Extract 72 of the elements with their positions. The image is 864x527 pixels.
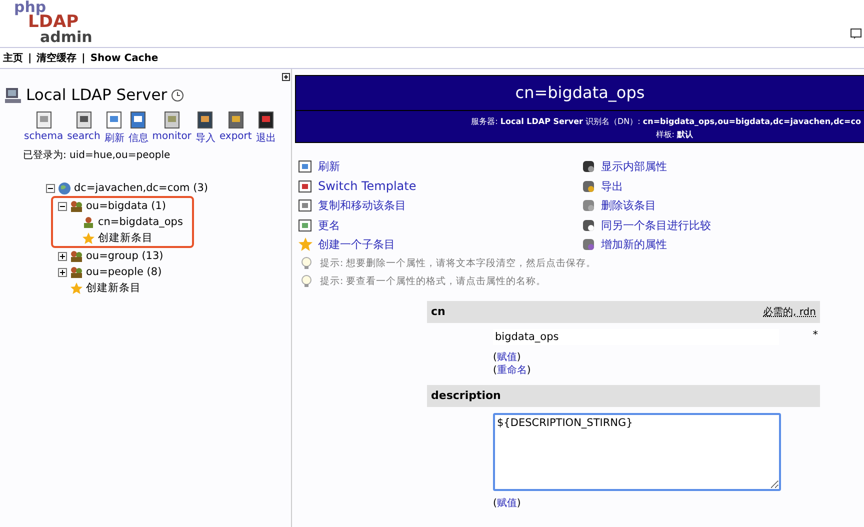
people-icon [70, 200, 83, 212]
action-link[interactable]: 删除该条目 [581, 196, 864, 216]
globe-icon [58, 182, 71, 194]
people-icon [70, 250, 83, 262]
logo-text: LDAP [28, 14, 79, 30]
value-textarea[interactable]: ${DESCRIPTION_STIRNG} [493, 412, 781, 490]
parenthesis-text: ( [493, 352, 497, 362]
help-icon[interactable] [850, 28, 862, 40]
expander-icon[interactable] [46, 184, 55, 192]
toolbar-link[interactable]: export [219, 110, 252, 145]
attribute-link[interactable]: 赋值 [496, 498, 517, 508]
toolbar-link[interactable]: 退出 [256, 110, 276, 145]
action-link[interactable]: Switch Template [298, 176, 581, 196]
tree-item[interactable]: ou=people (8) [86, 266, 162, 278]
action-link[interactable]: 刷新 [298, 157, 581, 176]
toolbar-link[interactable]: schema [24, 110, 64, 145]
star-icon [70, 282, 83, 294]
toolbar-link[interactable]: 刷新 [104, 110, 124, 145]
action-link[interactable]: 同另一个条目进行比较 [581, 216, 864, 235]
action-link[interactable]: 复制和移动该条目 [298, 196, 581, 216]
computer-icon [4, 86, 22, 104]
hint-text: 提示: 想要删除一个属性，请将文本字段清空，然后点击保存。 [320, 257, 596, 270]
tree-item[interactable]: ou=group (13) [86, 250, 164, 262]
attribute-name[interactable]: cn [431, 305, 446, 318]
action-link[interactable]: 显示内部属性 [581, 157, 864, 176]
star-icon [82, 232, 95, 244]
server-name[interactable]: Local LDAP Server [26, 86, 168, 104]
tree-item[interactable]: 创建新条目 [98, 231, 153, 245]
nav-link[interactable]: 清空缓存 [36, 51, 77, 65]
lightbulb-icon [301, 275, 312, 288]
entry-title: cn=bigdata_ops [296, 76, 864, 111]
expander-icon[interactable] [58, 252, 67, 260]
toolbar-link[interactable]: search [67, 110, 100, 145]
hint-text: 提示: 要查看一个属性的格式，请点击属性的名称。 [320, 275, 546, 288]
template-info: 样板: 默认 [656, 129, 693, 141]
attribute-name[interactable]: description [431, 389, 501, 402]
expander-icon[interactable] [58, 268, 67, 276]
star-icon [298, 237, 313, 252]
parenthesis-text: ) [516, 352, 521, 362]
tree-item[interactable]: ou=bigdata (1) [86, 200, 166, 212]
people-icon [70, 266, 83, 278]
expander-icon[interactable] [58, 202, 67, 210]
logo-text: admin [40, 30, 92, 45]
entry-info: 服务器: Local LDAP Server 识别名（DN）: cn=bigdata_ops,ou=bigdata,dc=javachen,dc=co [471, 116, 861, 128]
attribute-note: 必需的, rdn [763, 306, 816, 318]
attribute-link[interactable]: 赋值 [496, 352, 517, 362]
action-link[interactable]: 导出 [581, 176, 864, 196]
tree-item[interactable]: dc=javachen,dc=com (3) [74, 182, 208, 194]
logo-text: php [14, 0, 46, 14]
separator: | [28, 52, 32, 64]
nav-link[interactable]: Show Cache [90, 52, 158, 64]
lightbulb-icon [301, 257, 312, 270]
parenthesis-text: ) [526, 364, 531, 376]
login-text: 已登录为: uid=hue,ou=people [22, 148, 172, 162]
action-link[interactable]: 更名 [298, 216, 581, 235]
person-icon [82, 216, 95, 228]
action-link[interactable]: 增加新的属性 [581, 235, 864, 254]
toolbar-link[interactable]: monitor [152, 110, 192, 145]
toolbar-link[interactable]: 信息 [128, 110, 148, 145]
tree-item[interactable]: cn=bigdata_ops [98, 216, 183, 228]
clock-icon[interactable] [171, 88, 184, 102]
nav-link[interactable]: 主页 [3, 51, 23, 65]
parenthesis-text: ( [493, 498, 497, 508]
action-link[interactable]: 创建一个子条目 [298, 235, 581, 254]
required-mark: * [812, 328, 818, 340]
separator: | [82, 52, 86, 64]
expand-icon[interactable] [282, 73, 290, 81]
parenthesis-text: ) [516, 498, 521, 508]
parenthesis-text: ( [493, 364, 497, 376]
tree-item[interactable]: 创建新条目 [86, 281, 141, 295]
toolbar-link[interactable]: 导入 [195, 110, 216, 145]
attribute-link[interactable]: 重命名 [496, 364, 527, 376]
